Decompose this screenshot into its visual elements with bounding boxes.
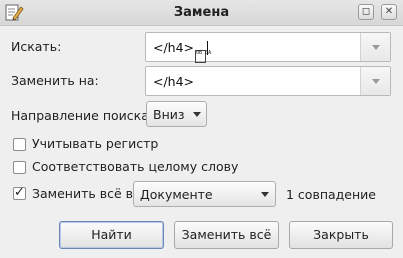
search-input[interactable]: </h4> 0B 0A (153, 40, 211, 63)
direction-label: Направление поиска: (11, 108, 154, 123)
chevron-down-icon (372, 79, 380, 84)
whole-word-checkbox[interactable] (13, 161, 26, 174)
search-history-dropdown[interactable] (360, 33, 390, 61)
replace-input[interactable]: </h4> (153, 74, 194, 89)
replace-all-button[interactable]: Заменить всё (174, 221, 279, 249)
window-title: Замена (173, 5, 230, 20)
checkmark-icon: ✓ (14, 185, 25, 200)
match-case-checkbox[interactable] (13, 138, 26, 151)
chevron-down-icon (372, 45, 380, 50)
find-button[interactable]: Найти (59, 221, 164, 249)
match-count: 1 совпадение (286, 187, 376, 202)
direction-select[interactable]: Вниз (146, 101, 207, 127)
close-icon: ✕ (384, 6, 394, 17)
close-button[interactable]: Закрыть (289, 221, 393, 249)
match-case-label: Учитывать регистр (32, 136, 159, 151)
control-char-glyph: 0B 0A (195, 50, 211, 63)
chevron-down-icon (193, 112, 201, 117)
direction-value: Вниз (153, 107, 185, 122)
replace-all-in-label: Заменить всё в: (32, 186, 138, 201)
replace-combo[interactable]: </h4> (145, 66, 391, 96)
search-label: Искать: (11, 39, 62, 54)
scope-value: Документе (140, 187, 213, 202)
replace-all-in-checkbox[interactable]: ✓ (13, 185, 26, 200)
replace-history-dropdown[interactable] (360, 67, 390, 95)
title-bar: Замена ◻ ✕ (0, 0, 403, 26)
search-combo[interactable]: </h4> 0B 0A (145, 32, 391, 63)
replace-label: Заменить на: (11, 73, 99, 88)
close-window-button[interactable]: ✕ (381, 4, 397, 20)
chevron-down-icon (261, 192, 269, 197)
restore-icon: ◻ (361, 6, 371, 17)
restore-button[interactable]: ◻ (358, 4, 374, 20)
scope-select[interactable]: Документе (133, 181, 276, 207)
whole-word-label: Соответствовать целому слову (32, 159, 239, 174)
